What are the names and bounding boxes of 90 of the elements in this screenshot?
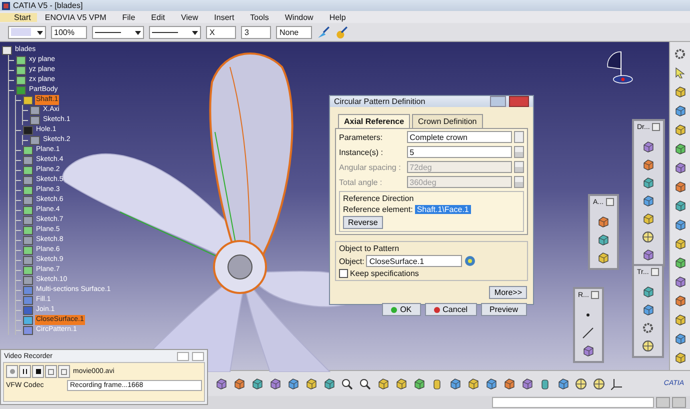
- cube-icon[interactable]: [674, 238, 686, 250]
- close-button[interactable]: [652, 123, 660, 131]
- checkbox-label: Keep specifications: [350, 269, 419, 278]
- zoom-out-icon[interactable]: [359, 378, 371, 390]
- bottle-icon[interactable]: [539, 378, 551, 390]
- reverse-button[interactable]: Reverse: [343, 216, 383, 229]
- dialog-button[interactable]: Preview: [480, 303, 527, 316]
- target-icon[interactable]: [642, 231, 654, 243]
- field-label: Reference element:: [343, 205, 413, 214]
- cube-icon[interactable]: [674, 219, 686, 231]
- caret-icon[interactable]: [37, 30, 43, 34]
- line-icon[interactable]: [582, 327, 594, 339]
- cube-icon[interactable]: [674, 200, 686, 212]
- menu-item[interactable]: Start: [0, 12, 37, 22]
- close-button[interactable]: [650, 268, 659, 276]
- axis-icon[interactable]: [611, 378, 623, 390]
- pause-button[interactable]: [19, 365, 31, 378]
- group-title: Reference Direction: [343, 194, 414, 203]
- gear-icon[interactable]: [674, 48, 686, 60]
- cube-icon[interactable]: [642, 213, 654, 225]
- preview-button[interactable]: [58, 365, 70, 378]
- cube-icon[interactable]: [674, 124, 686, 136]
- command-input-field[interactable]: [492, 397, 654, 408]
- zoom-in-icon[interactable]: [341, 378, 353, 390]
- cube-icon[interactable]: [642, 195, 654, 207]
- cube-icon[interactable]: [413, 378, 425, 390]
- dropdown[interactable]: None: [276, 26, 312, 38]
- cube-icon[interactable]: [674, 257, 686, 269]
- caret-icon[interactable]: [135, 30, 142, 34]
- menu-item[interactable]: Window: [276, 12, 322, 22]
- cube-icon[interactable]: [642, 141, 654, 153]
- cube-icon[interactable]: [642, 249, 654, 261]
- dialog-button[interactable]: OK: [382, 303, 421, 316]
- selector-icon[interactable]: [464, 255, 476, 267]
- app-icon: [2, 2, 10, 10]
- checkbox[interactable]: [339, 269, 348, 278]
- cube-icon[interactable]: [674, 143, 686, 155]
- dialog-title: Circular Pattern Definition: [334, 97, 426, 106]
- cube-icon[interactable]: [395, 378, 407, 390]
- input-field[interactable]: Shaft.1\Face.1: [414, 205, 471, 214]
- cube-icon[interactable]: [674, 276, 686, 288]
- gear-icon[interactable]: [642, 322, 654, 334]
- more-button[interactable]: More>>: [489, 286, 527, 299]
- paint-icon[interactable]: [334, 26, 348, 38]
- dropdown[interactable]: X: [206, 26, 236, 38]
- close-button[interactable]: [590, 291, 599, 299]
- cube-icon[interactable]: [642, 177, 654, 189]
- menu-item[interactable]: File: [114, 12, 144, 22]
- menu-item[interactable]: Help: [321, 12, 354, 22]
- dropdown[interactable]: 100%: [51, 26, 88, 38]
- menu-item[interactable]: Tools: [242, 12, 277, 22]
- stop-button[interactable]: [32, 365, 44, 378]
- tab[interactable]: Crown Definition: [412, 114, 483, 128]
- dialog-button[interactable]: Cancel: [424, 303, 477, 316]
- caret-icon[interactable]: [192, 30, 198, 34]
- brush-icon[interactable]: [316, 26, 330, 38]
- input-field[interactable]: CloseSurface.1: [366, 255, 462, 267]
- menu-item[interactable]: View: [172, 12, 206, 22]
- cube-icon[interactable]: [674, 333, 686, 345]
- cube-icon[interactable]: [674, 352, 686, 364]
- close-button[interactable]: [606, 198, 614, 206]
- cylinder-icon[interactable]: [431, 378, 443, 390]
- line-style-dropdown[interactable]: [92, 26, 144, 38]
- group-title: Object to Pattern: [339, 244, 400, 253]
- menu-item[interactable]: ENOVIA V5 VPM: [36, 12, 114, 22]
- input-field[interactable]: 5: [406, 146, 512, 158]
- field-label: Angular spacing :: [339, 162, 402, 172]
- cube-icon[interactable]: [642, 304, 654, 316]
- field-label: Total angle :: [339, 178, 384, 186]
- check-icon: [391, 306, 398, 312]
- cube-icon[interactable]: [674, 105, 686, 117]
- pointer-icon[interactable]: [674, 67, 686, 79]
- window-title: CATIA V5 - [blades]: [13, 1, 83, 10]
- field-label: Instance(s) :: [339, 148, 384, 156]
- field-label: Parameters:: [339, 132, 384, 142]
- field-label: Object:: [339, 256, 364, 266]
- line-style-dropdown[interactable]: [149, 26, 202, 38]
- tab[interactable]: Axial Reference: [338, 114, 410, 128]
- menu-item[interactable]: Insert: [206, 12, 242, 22]
- dropdown[interactable]: Complete crown: [406, 131, 512, 143]
- cube-icon[interactable]: [642, 286, 654, 298]
- cube-icon[interactable]: [674, 295, 686, 307]
- dropdown[interactable]: 3: [241, 26, 272, 38]
- menu-item[interactable]: Edit: [143, 12, 173, 22]
- cube-icon[interactable]: [674, 162, 686, 174]
- cube-icon[interactable]: [674, 181, 686, 193]
- cancel-icon: [434, 306, 440, 312]
- target-icon[interactable]: [642, 340, 654, 352]
- color-dropdown[interactable]: [8, 26, 46, 38]
- cube-icon[interactable]: [642, 159, 654, 171]
